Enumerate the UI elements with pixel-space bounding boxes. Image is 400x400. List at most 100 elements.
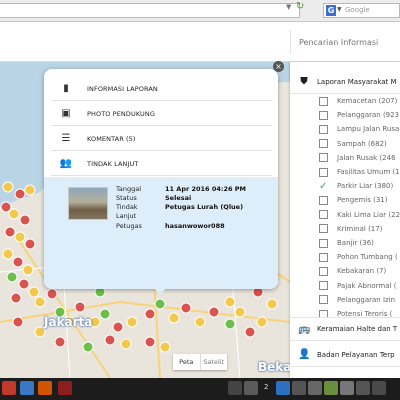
report-marker [10,292,22,304]
volume-icon[interactable] [356,381,370,395]
report-marker [6,271,18,283]
checkbox[interactable] [319,139,328,149]
category-item[interactable]: Kriminal (17) [290,222,400,236]
map-top-bar [0,22,400,62]
section-badan-pelayanan[interactable]: 👤 Badan Pelayanan Terp [290,343,400,367]
report-info-popup: ▮ INFORMASI LAPORAN ▣ PHOTO PENDUKUNG ☰ … [44,69,278,289]
app-icon[interactable] [58,381,72,395]
url-dropdown-icon[interactable]: ▼ [286,3,291,11]
tray-icon[interactable] [308,381,322,395]
category-item[interactable]: Pajak Abnormal ( [290,279,400,293]
report-marker [112,321,124,333]
report-marker [244,326,256,338]
category-item[interactable]: Jalan Rusak (246 [290,151,400,165]
network-icon[interactable] [372,381,386,395]
menu-item-photo-pendukung[interactable]: ▣ PHOTO PENDUKUNG [51,102,272,126]
category-label: Kebakaran (7) [337,267,387,276]
report-marker [34,296,46,308]
checkbox[interactable] [319,224,328,234]
report-marker [224,296,236,308]
tray-icon[interactable] [228,381,242,395]
report-marker [154,298,166,310]
close-icon[interactable]: × [273,61,284,72]
report-marker [126,316,138,328]
report-marker [99,308,111,320]
checkbox[interactable] [319,167,328,177]
report-marker [266,298,278,310]
category-item[interactable]: Pelanggaran Izin [290,293,400,307]
app-icon[interactable] [38,381,52,395]
menu-item-komentar[interactable]: ☰ KOMENTAR (5) [51,127,272,151]
tray-icon[interactable] [244,381,258,395]
detail-label-tindak: Tindak [116,203,138,211]
report-marker [120,338,132,350]
tray-icon[interactable] [324,381,338,395]
category-item[interactable]: Kaki Lima Liar (22 [290,208,400,222]
popup-pointer [154,288,166,295]
google-g-icon[interactable]: G [326,5,336,16]
category-item[interactable]: ✓ Parkir Liar (380) [290,179,400,193]
report-marker [180,302,192,314]
browser-toolbar: ▼ ↻ G ▼ Google [0,0,400,22]
bus-icon: 🚌 [298,323,311,335]
category-label: Lampu Jalan Rusa [337,125,400,134]
tray-icon[interactable] [340,381,354,395]
menu-item-label: PHOTO PENDUKUNG [87,109,155,118]
tray-count: 2 [264,383,269,391]
detail-value-status: Selesai [165,194,192,202]
detail-value-petugas: hasanwowor088 [165,222,225,230]
category-item[interactable]: Kebakaran (7) [290,264,400,278]
menu-item-tindak-lanjut[interactable]: 👥 TINDAK LANJUT [51,152,272,176]
checkbox[interactable] [319,266,328,276]
category-label: Kriminal (17) [337,224,383,233]
checkbox[interactable] [319,153,328,163]
checkbox[interactable] [319,195,328,205]
url-bar[interactable] [0,3,300,18]
category-label: Kaki Lima Liar (22 [337,210,400,219]
category-item[interactable]: Fasilitas Umum (1 [290,165,400,179]
section-keramaian-halte[interactable]: 🚌 Keramaian Halte dan T [290,317,400,341]
category-item[interactable]: Lampu Jalan Rusa [290,122,400,136]
reload-icon[interactable]: ↻ [296,1,304,12]
app-icon[interactable] [20,381,34,395]
information-search-input[interactable] [290,30,400,54]
comment-list-icon: ☰ [61,133,71,144]
section-label: Badan Pelayanan Terp [317,350,395,359]
section-laporan-masyarakat[interactable]: ⛊ Laporan Masyarakat M [290,70,400,94]
detail-label-tanggal: Tanggal [116,185,142,193]
map-type-switcher: Peta Satelit [173,354,227,370]
report-marker [2,181,14,193]
map-type-peta-button[interactable]: Peta [173,354,200,370]
tray-icon[interactable] [292,381,306,395]
checkbox[interactable] [319,210,328,220]
report-photo-thumbnail[interactable] [68,187,108,220]
category-item[interactable]: Pohon Tumbang ( [290,250,400,264]
category-item[interactable]: Kemacetan (207) [290,94,400,108]
people-icon: 👥 [59,158,73,169]
checkbox[interactable] [319,295,328,305]
checkbox[interactable] [319,124,328,134]
map-type-satelit-button[interactable]: Satelit [199,354,228,370]
browser-search-box[interactable]: G ▼ Google [323,3,400,18]
checkbox[interactable] [319,281,328,291]
checkbox[interactable] [319,252,328,262]
report-marker [144,308,156,320]
bluetooth-icon[interactable] [276,381,290,395]
checkbox[interactable] [319,96,328,106]
category-item[interactable]: Banjir (36) [290,236,400,250]
category-item[interactable]: Sampah (682) [290,137,400,151]
category-item[interactable]: Pengemis (31) [290,193,400,207]
menu-item-label: KOMENTAR (5) [87,134,136,143]
checkbox[interactable] [319,110,328,120]
checkbox[interactable] [319,238,328,248]
section-label: Laporan Masyarakat M [317,77,397,86]
category-label: Pengemis (31) [337,196,388,205]
chevron-down-icon[interactable]: ▼ [337,6,342,13]
menu-item-informasi-laporan[interactable]: ▮ INFORMASI LAPORAN [51,77,272,101]
report-marker [168,312,180,324]
report-marker [46,288,58,300]
app-icon[interactable] [2,381,16,395]
report-marker [208,306,220,318]
category-item[interactable]: Pelanggaran (923 [290,108,400,122]
checkbox-checked[interactable]: ✓ [319,181,328,191]
